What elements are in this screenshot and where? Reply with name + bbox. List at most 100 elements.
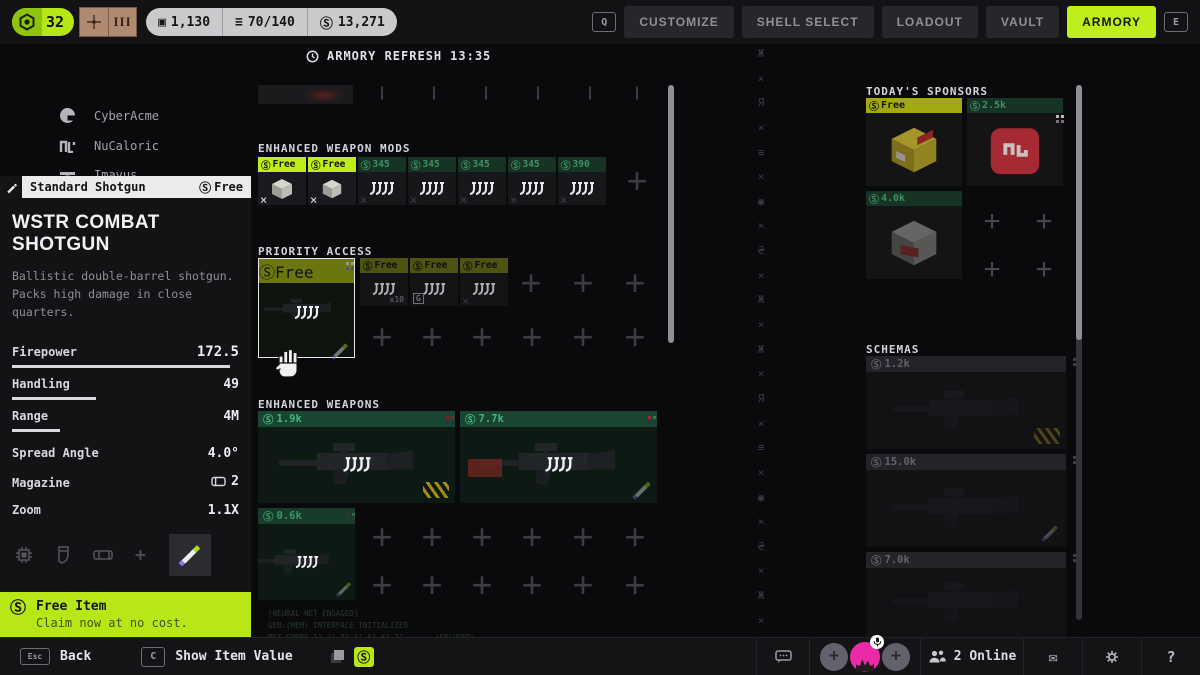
priority-featured-tile[interactable]: ⓈFree <box>258 258 355 358</box>
decor-glyph: ₴ <box>758 245 765 256</box>
topbar: 32 III ▣ 1,130 ≡ 70/140 Ⓢ 13,2 <box>0 0 1200 44</box>
dismiss-icon[interactable]: × <box>410 194 417 206</box>
tab-shell-select[interactable]: SHELL SELECT <box>742 6 874 38</box>
show-item-value-button[interactable]: Show Item Value <box>175 649 292 664</box>
credits-icon: Ⓢ <box>10 599 26 630</box>
mod-tile[interactable]: ⓈFree × <box>308 157 356 205</box>
mic-badge <box>870 635 884 649</box>
bottombar: Esc Back C Show Item Value Ⓢ + + <box>0 637 1200 675</box>
schema-card[interactable]: Ⓢ7.0k <box>866 552 1066 637</box>
add-party-member-button[interactable]: + <box>882 643 910 671</box>
claw-icon <box>469 181 495 197</box>
empty-slot-mark: + <box>371 319 392 355</box>
weapon-card[interactable]: Ⓢ7.7k <box>460 411 657 503</box>
credits-icon: Ⓢ <box>970 98 980 113</box>
empty-slot-mark <box>636 87 638 100</box>
tab-customize[interactable]: CUSTOMIZE <box>624 6 733 38</box>
sidebar-item-nucaloric[interactable]: NuCaloric <box>58 139 159 153</box>
priority-tile[interactable]: ⓈFree x10 <box>360 258 408 306</box>
sponsor-tile[interactable]: Ⓢ2.5k <box>967 98 1063 186</box>
yellow-crate-image <box>883 121 945 179</box>
chat-button[interactable] <box>756 638 809 675</box>
credits-icon: Ⓢ <box>261 158 271 172</box>
empty-slot-mark: + <box>626 163 647 199</box>
hotkey-c: C <box>141 647 165 667</box>
right-scrollbar-thumb[interactable] <box>1076 85 1082 340</box>
weapon-card[interactable]: Ⓢ0.6k <box>258 508 355 600</box>
dismiss-icon[interactable]: × <box>310 194 317 206</box>
player-level-pill[interactable]: 32 <box>12 8 74 36</box>
decor-glyph: Ж <box>758 590 765 601</box>
tab-armory[interactable]: ARMORY <box>1067 6 1156 38</box>
tool-icon <box>0 176 22 198</box>
sponsor-tile[interactable]: Ⓢ4.0k <box>866 191 962 279</box>
corner-dots-icon <box>648 416 651 419</box>
stat-label: Firepower <box>12 345 77 359</box>
priority-tile[interactable]: ⓈFree G <box>410 258 458 306</box>
mail-icon: ✉ <box>1048 648 1057 666</box>
dismiss-icon[interactable]: × <box>560 194 567 206</box>
tab-vault[interactable]: VAULT <box>986 6 1059 38</box>
tab-loadout[interactable]: LOADOUT <box>882 6 978 38</box>
credits-icon: Ⓢ <box>871 455 882 470</box>
dismiss-icon[interactable]: × <box>260 194 267 206</box>
schema-card[interactable]: Ⓢ15.0k <box>866 454 1066 547</box>
quantity-badge: x10 <box>388 295 406 304</box>
schema-card[interactable]: Ⓢ1.2k <box>866 356 1066 449</box>
scrolled-item-tile[interactable] <box>258 85 353 104</box>
mod-tile[interactable]: Ⓢ345 × <box>508 157 556 205</box>
settings-button[interactable] <box>1082 638 1141 675</box>
stat-value: 4M <box>223 409 239 424</box>
hotkey-q: Q <box>592 12 616 32</box>
stock-icon[interactable] <box>92 547 114 563</box>
sponsor-tile[interactable]: ⓈFree <box>866 98 962 186</box>
chat-icon <box>775 650 792 664</box>
dismiss-icon[interactable]: × <box>510 194 517 206</box>
credits-icon: Ⓢ <box>463 259 473 273</box>
empty-slot-mark <box>589 87 591 100</box>
rank-box[interactable]: III <box>79 7 137 37</box>
credits-icon: Ⓢ <box>461 158 471 172</box>
weapon-card[interactable]: Ⓢ1.9k <box>258 411 455 503</box>
nucaloric-icon <box>58 139 76 153</box>
empty-slot-mark: + <box>624 265 645 301</box>
weapon-red-accent <box>468 459 502 477</box>
back-button[interactable]: Back <box>60 649 91 664</box>
decor-glyph: ≡ <box>758 147 765 158</box>
currency-pill: ▣ 1,130 ≡ 70/140 Ⓢ 13,271 <box>146 8 397 36</box>
attachment-slots: + <box>0 518 251 586</box>
decor-glyph: × <box>758 615 765 626</box>
decor-glyph: Ж <box>758 48 765 59</box>
priority-tile[interactable]: ⓈFree × <box>460 258 508 306</box>
mod-tile[interactable]: Ⓢ390 × <box>558 157 606 205</box>
add-attachment-icon[interactable]: + <box>135 545 146 566</box>
credits-toggle-badge[interactable]: Ⓢ <box>354 647 374 667</box>
mail-button[interactable]: ✉ <box>1023 638 1082 675</box>
mod-tile[interactable]: ⓈFree × <box>258 157 306 205</box>
avatar[interactable] <box>850 642 880 672</box>
mod-tile[interactable]: Ⓢ345 × <box>408 157 456 205</box>
help-button[interactable]: ? <box>1141 638 1200 675</box>
mod-tile[interactable]: Ⓢ345 × <box>458 157 506 205</box>
crosshair-icon <box>80 8 108 36</box>
dismiss-icon[interactable]: × <box>460 194 467 206</box>
sidebar-item-cyberacme[interactable]: CyberAcme <box>58 107 159 124</box>
extended-mag-icon[interactable] <box>55 545 71 565</box>
mod-tile[interactable]: Ⓢ345 × <box>358 157 406 205</box>
armory-refresh: ARMORY REFRESH 13:35 <box>306 49 491 63</box>
center-scrollbar[interactable] <box>668 85 674 343</box>
empty-slot-mark: + <box>983 255 1001 285</box>
add-party-member-button[interactable]: + <box>820 643 848 671</box>
stat-bar <box>12 365 239 368</box>
help-icon: ? <box>1166 648 1175 666</box>
chip-icon[interactable] <box>14 545 34 565</box>
decor-glyph: × <box>758 319 765 330</box>
empty-slot-mark: + <box>624 567 645 603</box>
empty-slot-mark: + <box>521 567 542 603</box>
dismiss-icon[interactable]: × <box>360 194 367 206</box>
knife-attachment-slot[interactable] <box>169 534 211 576</box>
credits-icon: Ⓢ <box>411 158 421 172</box>
credits-icon: Ⓢ <box>311 158 321 172</box>
weapon-silhouette <box>891 481 1041 537</box>
claw-icon <box>422 282 446 297</box>
